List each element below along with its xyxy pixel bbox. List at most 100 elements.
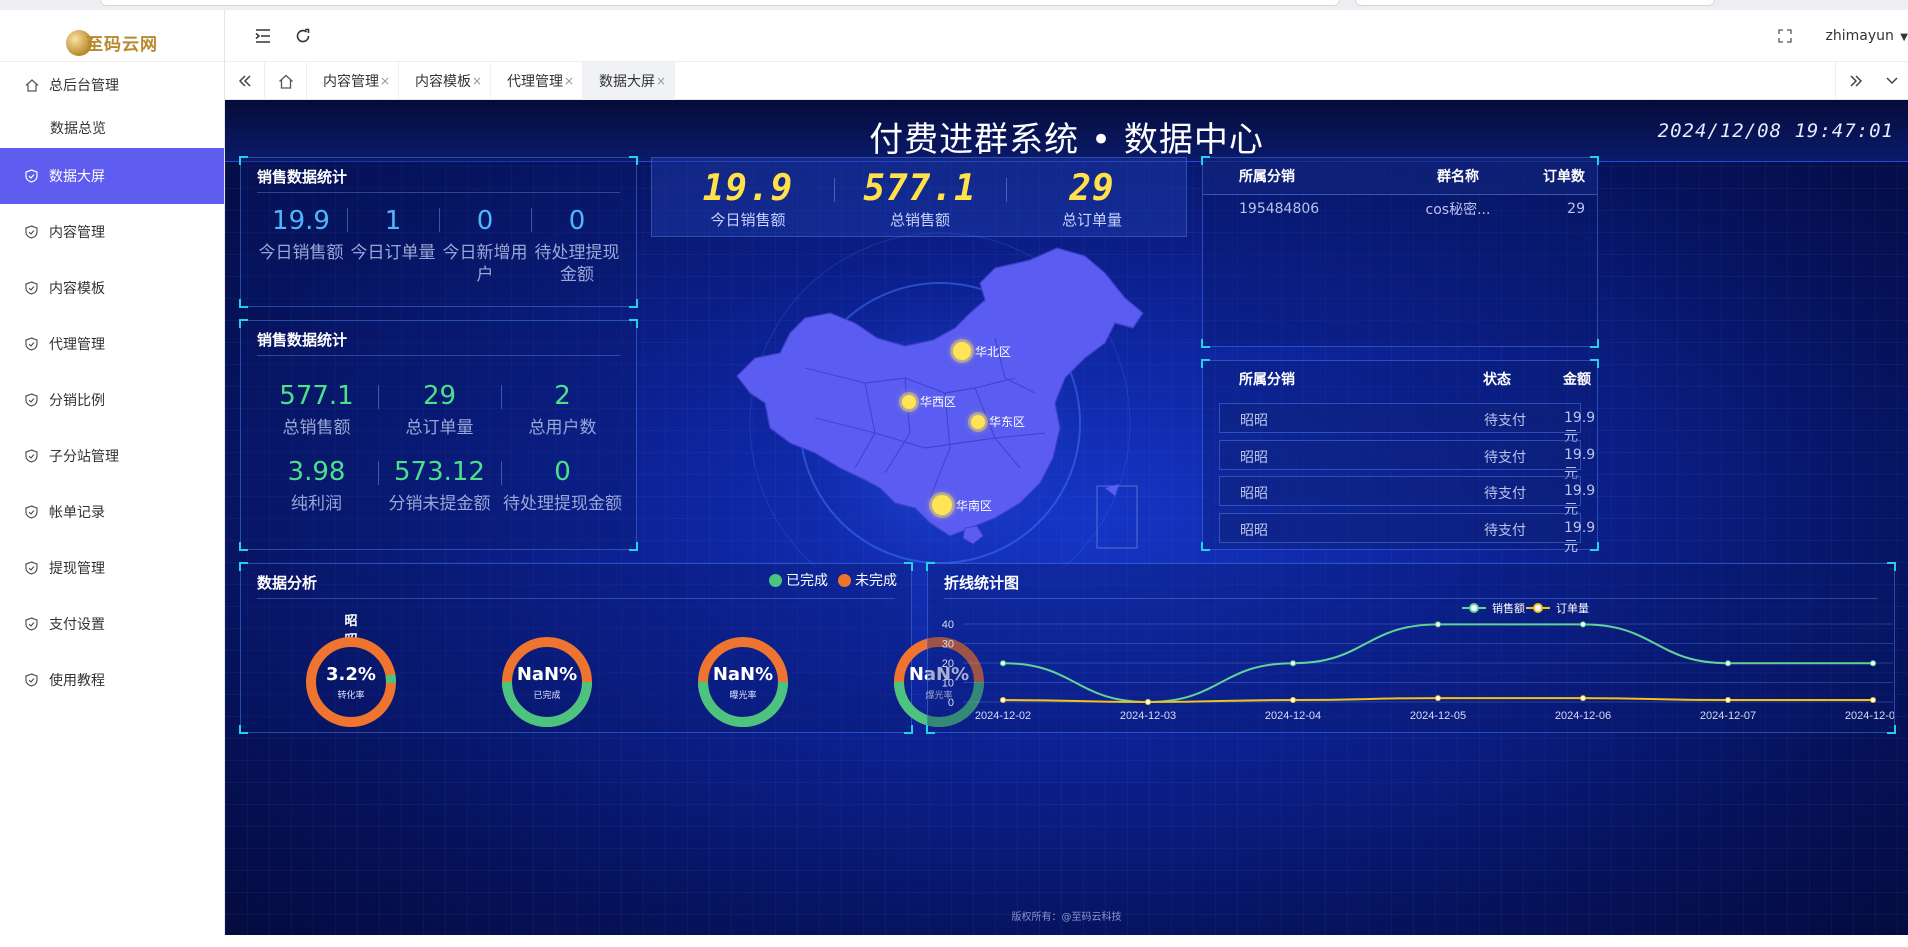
title-bar: 付费进群系统 • 数据中心 2024/12/08 19:47:01: [225, 100, 1908, 162]
table-header-cell: 所属分销: [1239, 372, 1295, 388]
sidebar-item-0[interactable]: 总后台管理: [0, 62, 224, 108]
logo[interactable]: 至码云网: [0, 10, 224, 62]
tab-label: 数据大屏: [599, 74, 655, 90]
sidebar: 至码云网 总后台管理数据总览数据大屏内容管理内容模板代理管理分销比例子分站管理帐…: [0, 10, 225, 935]
refresh-button[interactable]: [293, 26, 313, 46]
sidebar-item-label: 分销比例: [49, 393, 105, 409]
map-marker[interactable]: 华南区: [932, 495, 992, 515]
donut-chart: NaN% 曝光率: [695, 634, 791, 730]
legend-item[interactable]: 已完成: [769, 573, 828, 589]
sidebar-item-3[interactable]: 内容管理: [0, 204, 224, 260]
sidebar-item-7[interactable]: 子分站管理: [0, 428, 224, 484]
tabs-scroll-right-button[interactable]: [1835, 62, 1875, 100]
map-marker[interactable]: 华东区: [971, 413, 1025, 430]
sidebar-item-8[interactable]: 帐单记录: [0, 484, 224, 540]
total-stat: 0 待处理提现金额: [501, 457, 624, 515]
table-header-cell: 订单数: [1503, 158, 1597, 195]
map-marker-label: 华北区: [975, 344, 1012, 359]
y-tick-label: 40: [942, 619, 954, 631]
sidebar-item-5[interactable]: 代理管理: [0, 316, 224, 372]
stat-value: 19.9: [272, 206, 330, 236]
legend-dot-icon: [838, 574, 851, 587]
sidebar-item-11[interactable]: 使用教程: [0, 652, 224, 708]
legend-label: 已完成: [786, 573, 828, 589]
browser-pill-left: [100, 0, 1340, 6]
table-cell: 昭昭: [1240, 413, 1268, 429]
stat-divider: [347, 208, 348, 232]
sidebar-item-label: 提现管理: [49, 561, 105, 577]
table-cell: 待支付: [1484, 486, 1526, 502]
sidebar-item-6[interactable]: 分销比例: [0, 372, 224, 428]
legend-marker: [1469, 603, 1479, 613]
tab-close-icon[interactable]: ×: [564, 74, 574, 88]
check-shield-icon: [24, 617, 39, 632]
tab-0[interactable]: 内容管理 ×: [307, 62, 399, 100]
fullscreen-button[interactable]: [1775, 26, 1795, 46]
legend-label: 订单量: [1556, 602, 1589, 615]
sidebar-item-label: 代理管理: [49, 337, 105, 353]
stat-label: 总销售额: [282, 418, 351, 438]
map-marker[interactable]: 华西区: [902, 393, 956, 410]
browser-top-strip: [0, 0, 1908, 10]
table-row[interactable]: 195484806 cos秘密... 29: [1203, 194, 1597, 224]
x-tick-label: 2024-12-04: [1265, 710, 1321, 722]
series-point: [1870, 697, 1876, 704]
table-cell: cos秘密...: [1425, 202, 1491, 219]
map-marker-label: 华南区: [956, 498, 993, 513]
map-marker-dot-icon: [902, 394, 916, 409]
sidebar-item-2[interactable]: 数据大屏: [0, 148, 224, 204]
tabs-dropdown-button[interactable]: [1875, 62, 1908, 100]
table-row[interactable]: 昭昭 待支付 19.9元: [1219, 403, 1595, 445]
logo-text: 至码云网: [86, 34, 158, 55]
total-stat: 2 总用户数: [501, 381, 624, 439]
legend-dot-icon: [769, 574, 782, 587]
legend-marker: [1533, 603, 1543, 613]
stat-label: 纯利润: [291, 494, 342, 514]
map-marker[interactable]: 华北区: [953, 342, 1011, 360]
tab-3[interactable]: 数据大屏 ×: [583, 62, 675, 100]
total-stat: 573.12 分销未提金额: [378, 457, 501, 515]
tab-close-icon[interactable]: ×: [472, 74, 482, 88]
tab-2[interactable]: 代理管理 ×: [491, 62, 583, 100]
sidebar-item-10[interactable]: 支付设置: [0, 596, 224, 652]
donut-label: 转化率: [337, 691, 365, 701]
kpi-value: 19.9: [702, 168, 794, 209]
tab-close-icon[interactable]: ×: [380, 74, 390, 88]
user-menu[interactable]: zhimayun ▼: [1825, 28, 1908, 44]
table-row[interactable]: 昭昭 待支付 19.9元: [1219, 439, 1595, 482]
map-marker-dot-icon: [932, 495, 952, 515]
map-marker-dot-icon: [953, 342, 971, 360]
collapse-menu-button[interactable]: [253, 26, 273, 46]
tab-label: 代理管理: [507, 74, 563, 90]
sidebar-item-label: 数据大屏: [49, 169, 105, 185]
tab-close-icon[interactable]: ×: [656, 74, 666, 88]
sidebar-item-label: 使用教程: [49, 673, 105, 689]
sidebar-item-label: 数据总览: [50, 121, 106, 137]
tabs-scroll-left-button[interactable]: [225, 62, 265, 100]
donut-label: 已完成: [533, 691, 561, 701]
data-screen: 付费进群系统 • 数据中心 2024/12/08 19:47:01 销售数据统计…: [225, 100, 1908, 935]
sidebar-item-label: 内容模板: [49, 281, 105, 297]
legend-item[interactable]: 未完成: [838, 573, 897, 589]
kpi-divider: [834, 178, 835, 202]
sales-stat: 0 待处理提现金额: [531, 206, 623, 286]
table-row[interactable]: 昭昭 待支付 19.9元: [1219, 512, 1595, 555]
series-point: [1580, 621, 1586, 628]
kpi-divider: [1006, 178, 1007, 202]
table-row[interactable]: 昭昭 待支付 19.9元: [1219, 476, 1595, 518]
stat-label: 今日订单量: [350, 243, 436, 263]
sidebar-item-1[interactable]: 数据总览: [0, 108, 224, 148]
total-stat: 29 总订单量: [378, 381, 501, 439]
total-stat: 3.98 纯利润: [255, 457, 378, 515]
series-point: [1000, 660, 1006, 667]
sidebar-item-4[interactable]: 内容模板: [0, 260, 224, 316]
check-shield-icon: [24, 561, 39, 576]
groups-panel: 所属分销 群名称 订单数 195484806 cos秘密... 29: [1201, 156, 1599, 348]
tab-1[interactable]: 内容模板 ×: [399, 62, 491, 100]
table-cell: 待支付: [1484, 449, 1526, 466]
home-tab[interactable]: [265, 62, 307, 100]
sidebar-item-9[interactable]: 提现管理: [0, 540, 224, 596]
table-header-row: 所属分销 群名称 订单数: [1203, 158, 1597, 195]
donut-value: NaN%: [516, 664, 578, 685]
table-cell: 待支付: [1484, 413, 1526, 429]
